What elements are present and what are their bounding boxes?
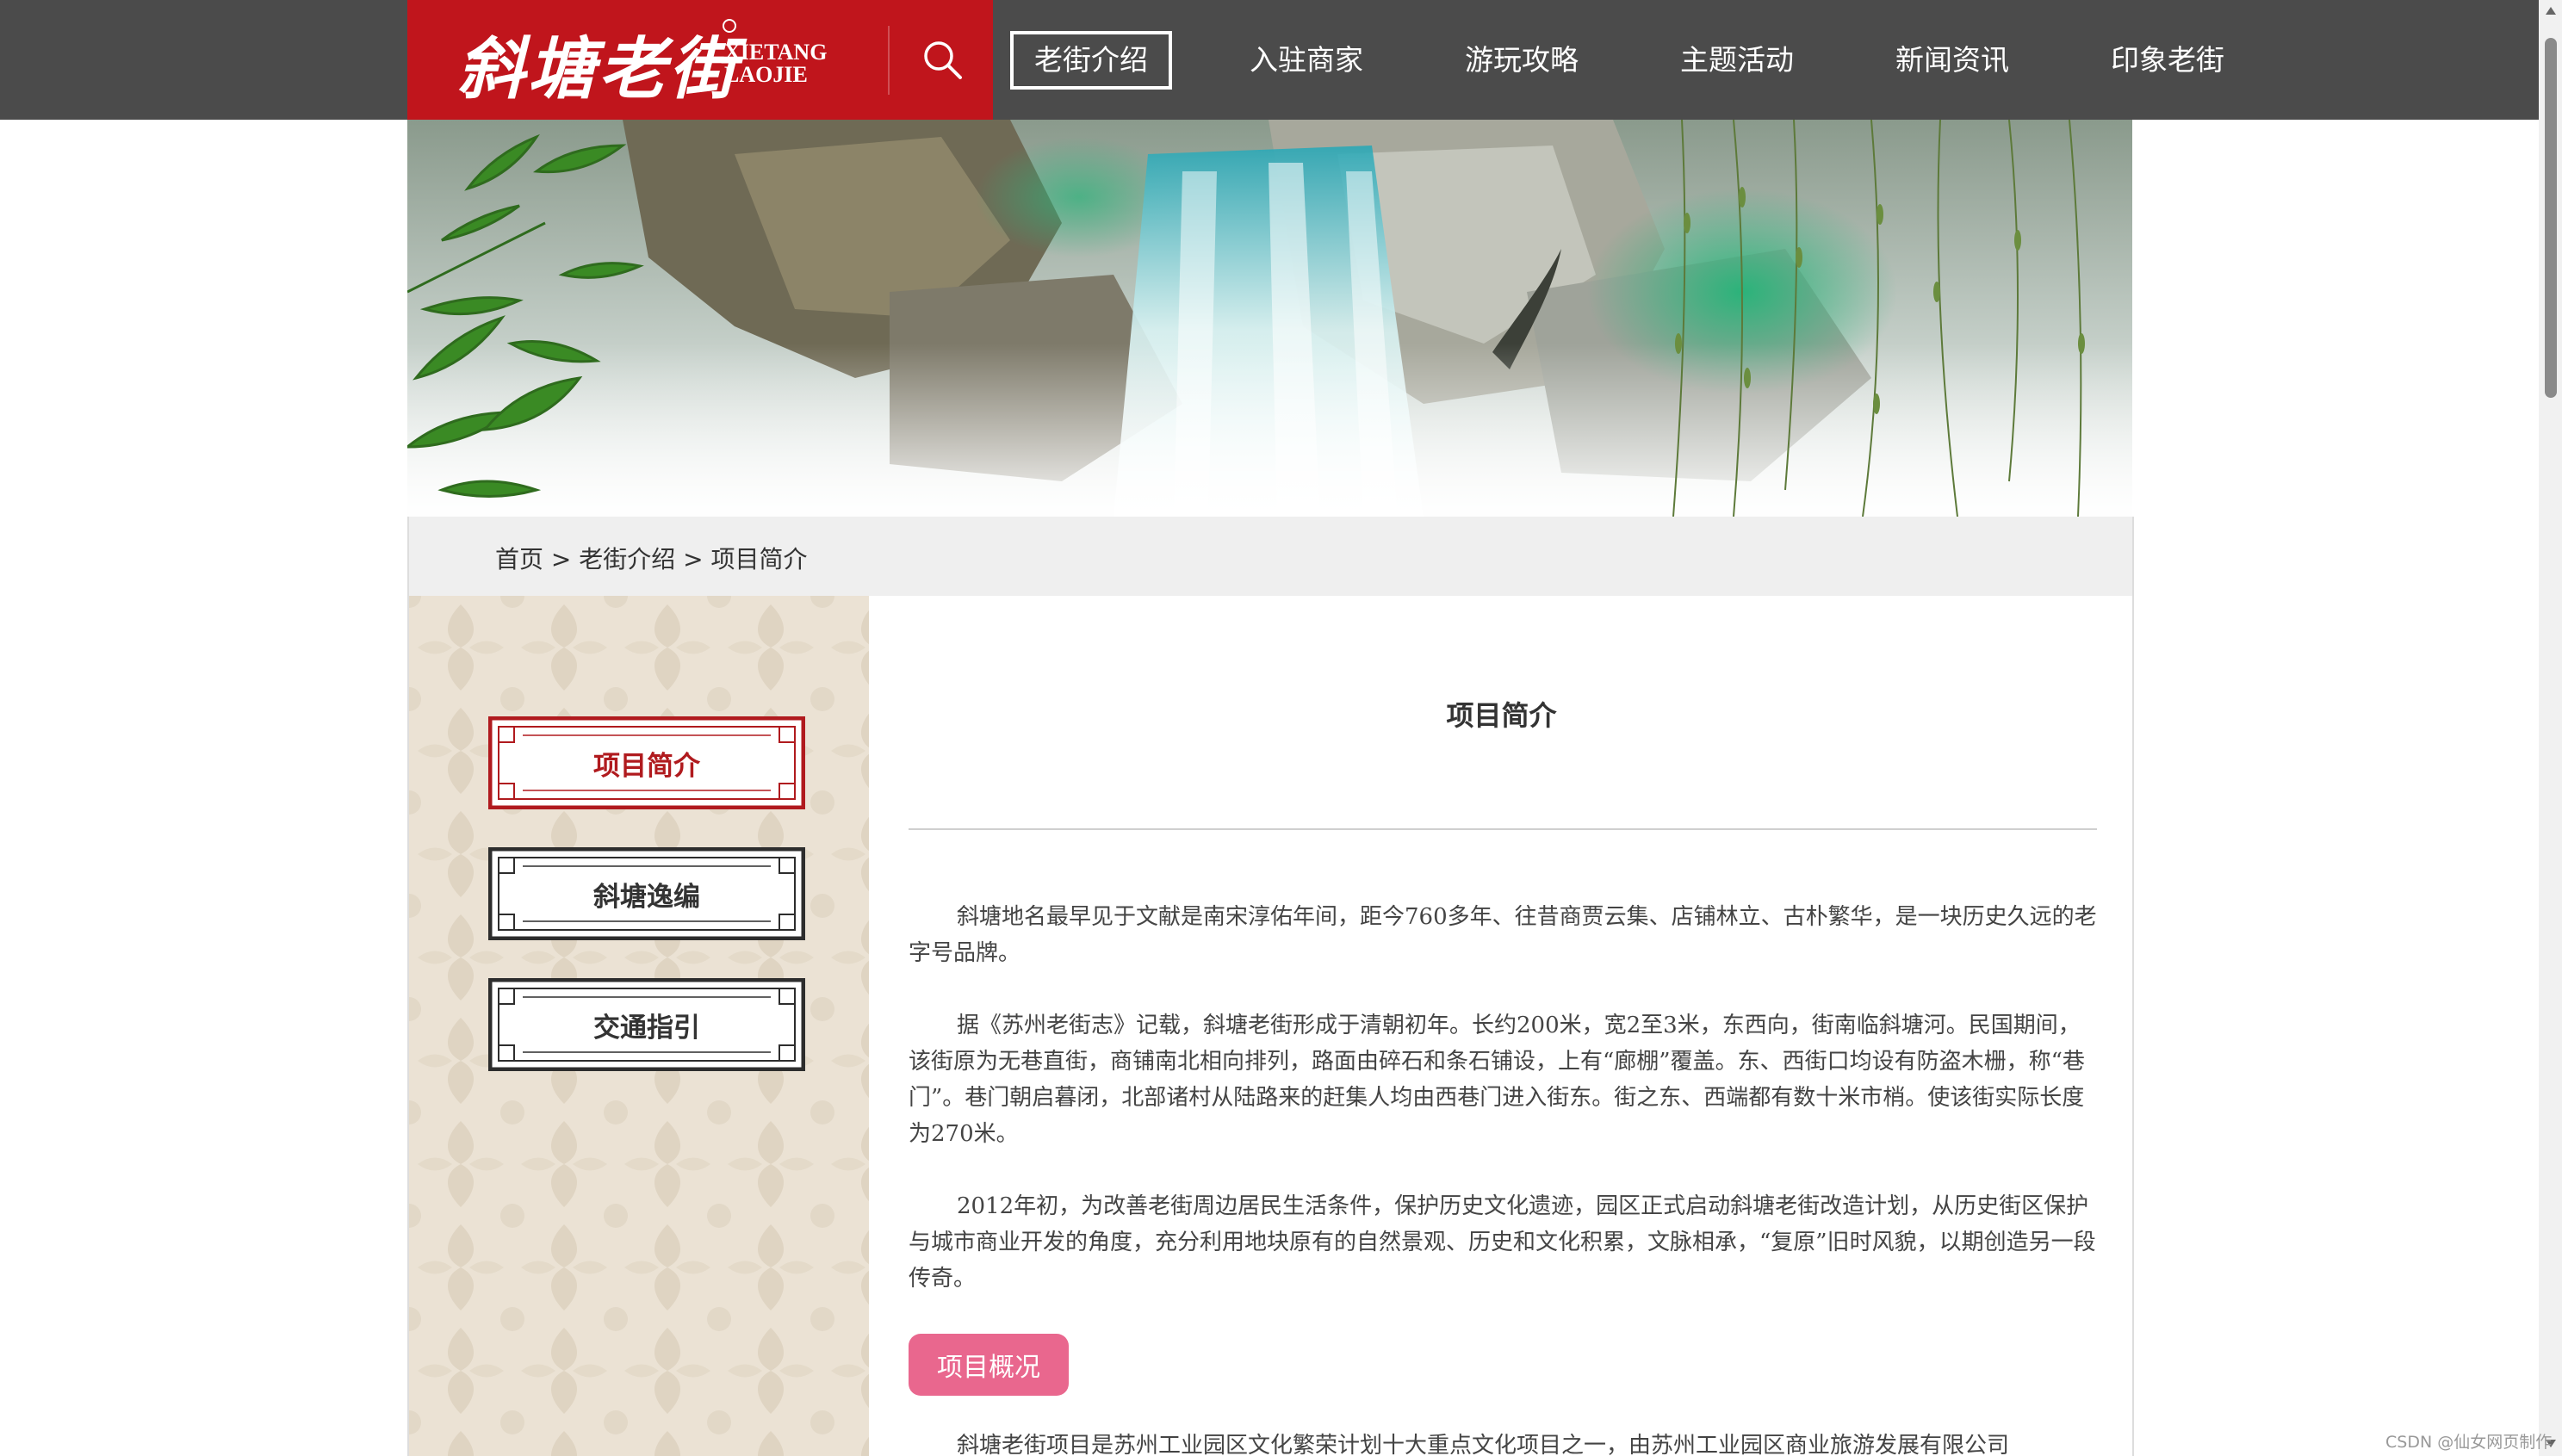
sidebar-item-project-intro[interactable]: 项目简介 — [488, 716, 805, 809]
sidebar-item-label: 斜塘逸编 — [593, 881, 700, 913]
logo-en-line1: XIETANG — [724, 40, 828, 65]
sidebar: 项目简介 斜塘逸编 交通指引 — [407, 596, 869, 1456]
logo-text-cn: 斜塘老街 — [457, 30, 741, 108]
content-paragraph: 据《苏州老街志》记载，斜塘老街形成于清朝初年。长约200米，宽2至3米，东西向，… — [909, 1013, 2085, 1147]
title-divider — [909, 828, 2097, 830]
top-nav-bar: 斜塘老街 XIETANG LAOJIE 老街介绍 入驻商家 游玩攻略 主题活动 … — [0, 0, 2539, 120]
hero-banner — [407, 120, 2132, 517]
sidebar-item-label: 项目简介 — [593, 750, 700, 782]
breadcrumb[interactable]: 首页 > 老街介绍 > 项目简介 — [495, 541, 808, 575]
waterfall-banner-image — [407, 120, 2132, 517]
project-overview-button[interactable]: 项目概况 — [909, 1334, 1069, 1396]
nav-item-merchants[interactable]: 入驻商家 — [1225, 31, 1387, 90]
content-paragraph: 斜塘地名最早见于文献是南宋淳佑年间，距今760多年、往昔商贾云集、店铺林立、古朴… — [909, 904, 2097, 966]
logo-text-en: XIETANG LAOJIE — [724, 41, 827, 86]
site-logo[interactable]: 斜塘老街 XIETANG LAOJIE — [407, 0, 993, 120]
sidebar-item-xietang-notes[interactable]: 斜塘逸编 — [488, 847, 805, 940]
search-icon[interactable] — [921, 38, 964, 81]
nav-item-intro[interactable]: 老街介绍 — [1010, 30, 1172, 90]
nav-item-guide[interactable]: 游玩攻略 — [1441, 31, 1603, 90]
content-paragraph: 斜塘老街项目是苏州工业园区文化繁荣计划十大重点文化项目之一，由苏州工业园区商业旅… — [957, 1433, 2010, 1456]
sidebar-item-label: 交通指引 — [593, 1012, 700, 1044]
logo-en-line2: LAOJIE — [724, 62, 808, 87]
logo-divider — [888, 26, 890, 95]
main-nav: 老街介绍 入驻商家 游玩攻略 主题活动 新闻资讯 印象老街 — [1010, 0, 2249, 120]
registered-mark-icon — [723, 19, 736, 33]
nav-item-impression[interactable]: 印象老街 — [2087, 31, 2249, 90]
breadcrumb-bar: 首页 > 老街介绍 > 项目简介 — [407, 517, 2134, 596]
scroll-up-arrow-icon[interactable] — [2546, 7, 2556, 15]
page-scrollbar[interactable] — [2539, 0, 2562, 1456]
watermark: CSDN @仙女网页制作 — [2385, 1433, 2553, 1452]
nav-item-news[interactable]: 新闻资讯 — [1871, 31, 2033, 90]
scrollbar-thumb[interactable] — [2545, 38, 2557, 398]
main-content: 项目简介 斜塘地名最早见于文献是南宋淳佑年间，距今760多年、往昔商贾云集、店铺… — [869, 596, 2134, 1456]
page-title: 项目简介 — [1446, 699, 1557, 732]
sidebar-item-transport[interactable]: 交通指引 — [488, 978, 805, 1071]
content-paragraph: 2012年初，为改善老街周边居民生活条件，保护历史文化遗迹，园区正式启动斜塘老街… — [909, 1193, 2096, 1292]
nav-item-events[interactable]: 主题活动 — [1656, 31, 1818, 90]
